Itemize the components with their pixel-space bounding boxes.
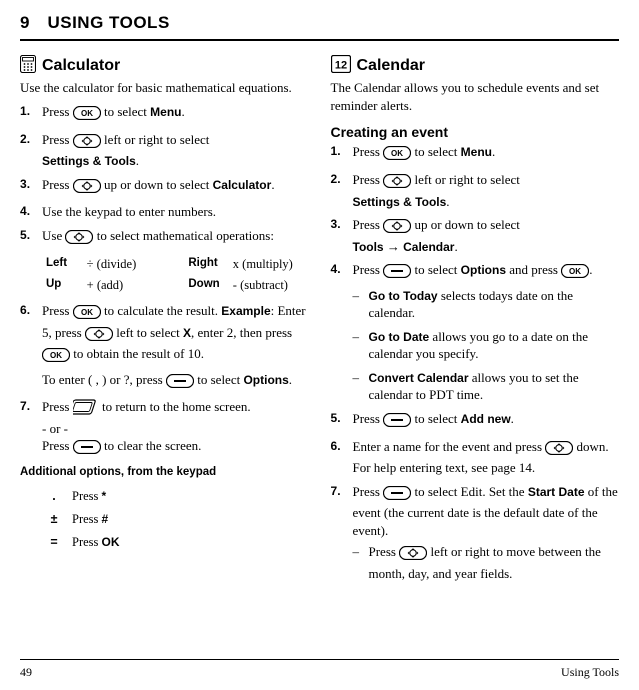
calculator-steps-cont: Press to calculate the result. Example: … xyxy=(20,302,309,459)
chapter-number: 9 xyxy=(20,12,29,35)
dash-key-icon xyxy=(383,413,411,432)
ok-key-icon xyxy=(42,348,70,367)
calc-step-7: Press to return to the home screen. - or… xyxy=(20,398,309,459)
cal-step-7: Press to select Edit. Set the Start Date… xyxy=(331,483,620,583)
calculator-intro: Use the calculator for basic mathematica… xyxy=(20,79,309,97)
calculator-steps: Press to select Menu. Press left or righ… xyxy=(20,103,309,248)
calculator-icon xyxy=(20,55,36,78)
dpad-key-icon xyxy=(73,179,101,198)
footer-section: Using Tools xyxy=(561,664,619,680)
dpad-key-icon xyxy=(383,219,411,238)
dpad-key-icon xyxy=(73,134,101,153)
right-column: Calendar The Calendar allows you to sche… xyxy=(331,55,620,588)
cal-step-4-options: Go to Today selects todays date on the c… xyxy=(353,287,620,404)
cal-step-6: Enter a name for the event and press dow… xyxy=(331,438,620,477)
cal-step-1: Press to select Menu. xyxy=(331,143,620,165)
page-number: 49 xyxy=(20,664,32,680)
chapter-header: 9 USING TOOLS xyxy=(20,12,619,41)
dpad-key-icon xyxy=(399,546,427,565)
dpad-key-icon xyxy=(85,327,113,346)
option-go-to-date: Go to Date allows you go to a date on th… xyxy=(353,328,620,363)
calc-step-3: Press up or down to select Calculator. xyxy=(20,176,309,198)
calc-step-4: Use the keypad to enter numbers. xyxy=(20,203,309,221)
ok-key-icon xyxy=(383,146,411,165)
dash-key-icon xyxy=(383,264,411,283)
additional-options-head: Additional options, from the keypad xyxy=(20,465,309,481)
dpad-key-icon xyxy=(545,441,573,460)
cal-step-7-notes: Press left or right to move between the … xyxy=(353,543,620,582)
dash-key-icon xyxy=(73,440,101,459)
creating-event-head: Creating an event xyxy=(331,123,620,142)
dash-key-icon xyxy=(383,486,411,505)
content-columns: Calculator Use the calculator for basic … xyxy=(20,55,619,588)
calc-step-1: Press to select Menu. xyxy=(20,103,309,125)
calculator-title: Calculator xyxy=(42,55,120,77)
cal-step-3: Press up or down to select Tools → Calen… xyxy=(331,216,620,255)
dpad-key-icon xyxy=(65,230,93,249)
calendar-heading: Calendar xyxy=(331,55,620,78)
calc-step-5: Use to select mathematical operations: xyxy=(20,227,309,249)
dpad-key-icon xyxy=(383,174,411,193)
additional-options-table: .Press * ±Press # =Press OK xyxy=(42,484,128,555)
page-footer: 49 Using Tools xyxy=(20,659,619,680)
option-convert-calendar: Convert Calendar allows you to set the c… xyxy=(353,369,620,404)
calc-step-6: Press to calculate the result. Example: … xyxy=(20,302,309,392)
note-move-fields: Press left or right to move between the … xyxy=(353,543,620,582)
calendar-intro: The Calendar allows you to schedule even… xyxy=(331,79,620,114)
ok-key-icon xyxy=(561,264,589,283)
end-key-icon xyxy=(73,399,99,420)
ok-key-icon xyxy=(73,106,101,125)
left-column: Calculator Use the calculator for basic … xyxy=(20,55,309,588)
dash-key-icon xyxy=(166,374,194,393)
calc-step-2: Press left or right to select Settings &… xyxy=(20,131,309,170)
cal-step-4: Press to select Options and press . Go t… xyxy=(331,261,620,404)
calendar-icon xyxy=(331,55,351,78)
chapter-title: USING TOOLS xyxy=(47,12,169,35)
calendar-steps: Press to select Menu. Press left or righ… xyxy=(331,143,620,582)
cal-step-2: Press left or right to select Settings &… xyxy=(331,171,620,210)
option-go-to-today: Go to Today selects todays date on the c… xyxy=(353,287,620,322)
calendar-title: Calendar xyxy=(357,55,425,77)
operations-table: Left ÷ (divide) Right x (multiply) Up + … xyxy=(42,254,331,296)
calculator-heading: Calculator xyxy=(20,55,309,78)
ok-key-icon xyxy=(73,305,101,324)
cal-step-5: Press to select Add new. xyxy=(331,410,620,432)
